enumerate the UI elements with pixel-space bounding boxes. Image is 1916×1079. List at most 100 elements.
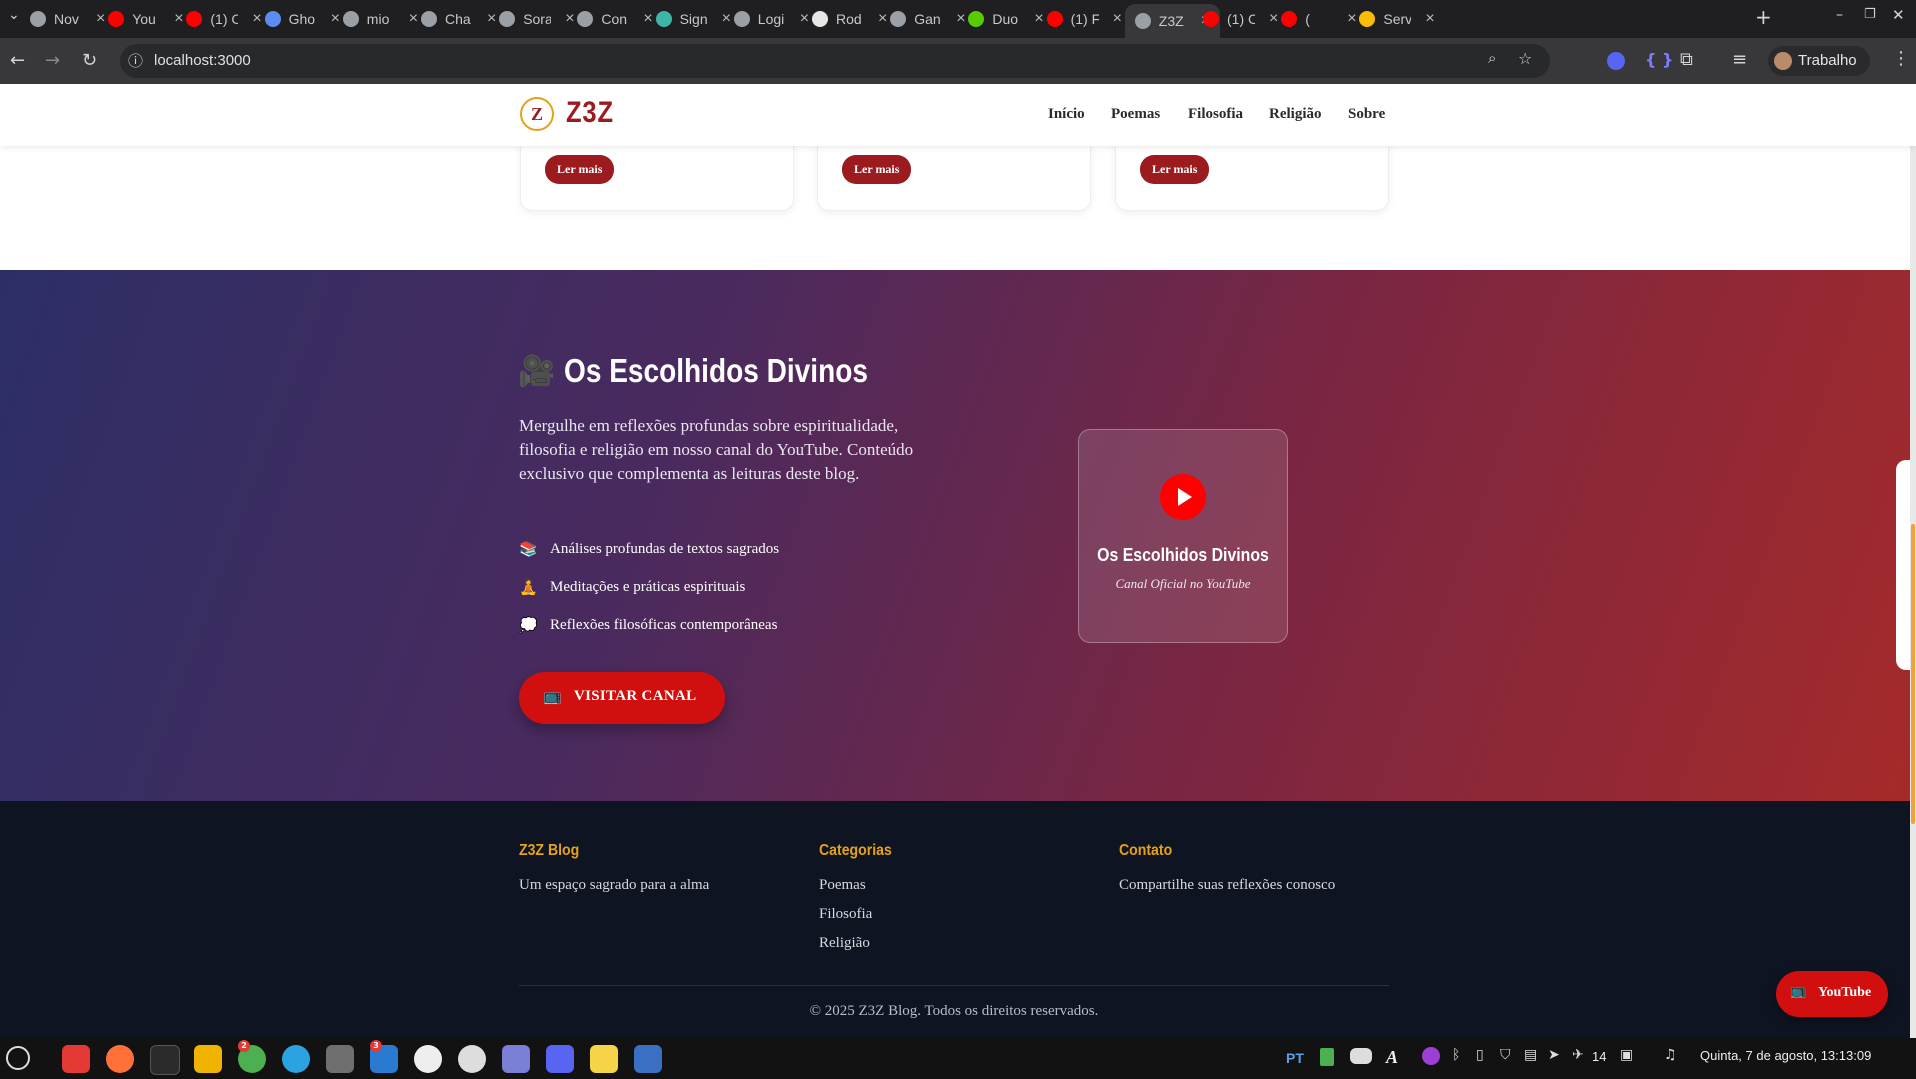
document-icon[interactable]: ▤: [1524, 1047, 1537, 1063]
discord-extension-icon[interactable]: [1607, 52, 1625, 70]
play-icon[interactable]: [1160, 474, 1206, 520]
rocket-icon[interactable]: ✈: [1572, 1047, 1584, 1063]
browser-tab[interactable]: Rod ×: [812, 5, 887, 33]
tab-close-icon[interactable]: ×: [565, 10, 574, 28]
visit-channel-button[interactable]: 📺 VISITAR CANAL: [519, 672, 725, 724]
tab-close-icon[interactable]: ×: [1425, 10, 1434, 28]
back-icon[interactable]: ←: [10, 50, 25, 71]
audio-mixer-icon[interactable]: [326, 1045, 354, 1073]
browser-tab[interactable]: Con ×: [577, 5, 653, 33]
nav-sobre[interactable]: Sobre: [1348, 106, 1385, 123]
send-icon[interactable]: ➤: [1548, 1047, 1560, 1063]
browser-tab[interactable]: Cha ×: [421, 5, 496, 33]
telegram-icon[interactable]: [282, 1045, 310, 1073]
tab-close-icon[interactable]: ×: [487, 10, 496, 28]
tab-search-icon[interactable]: ⌄: [8, 7, 20, 23]
github-icon[interactable]: [414, 1045, 442, 1073]
vpn-lock-icon[interactable]: [1320, 1048, 1334, 1066]
browser-tab[interactable]: You ×: [108, 5, 184, 33]
footer-link-poemas[interactable]: Poemas: [819, 877, 866, 894]
extension-brackets-icon[interactable]: { }: [1645, 50, 1673, 69]
nav-religiao[interactable]: Religião: [1269, 106, 1322, 123]
terminal-icon[interactable]: [150, 1045, 180, 1075]
read-more-button[interactable]: Ler mais: [545, 155, 615, 184]
new-tab-icon[interactable]: +: [1755, 5, 1772, 29]
zoom-icon[interactable]: ⌕: [1488, 49, 1496, 67]
browser-tab[interactable]: (1) C ×: [1203, 5, 1278, 33]
footer-link-filosofia[interactable]: Filosofia: [819, 906, 872, 923]
floating-youtube-button[interactable]: 📺 YouTube: [1776, 971, 1888, 1017]
browser-tab[interactable]: Gan ×: [890, 5, 966, 33]
address-bar[interactable]: ⓘ localhost:3000 ☆ ⌕: [120, 44, 1550, 78]
media-control-icon[interactable]: ≡: [1732, 49, 1747, 70]
tab-close-icon[interactable]: ×: [174, 10, 183, 28]
tab-close-icon[interactable]: ×: [409, 10, 418, 28]
tab-close-icon[interactable]: ×: [1269, 10, 1278, 28]
discord-tray-icon[interactable]: [1350, 1048, 1372, 1064]
tab-close-icon[interactable]: ×: [800, 10, 809, 28]
logo-emblem-icon[interactable]: Z: [520, 97, 554, 131]
scrollbar-thumb[interactable]: [1911, 524, 1915, 824]
nav-inicio[interactable]: Início: [1048, 106, 1085, 123]
tab-close-icon[interactable]: ×: [252, 10, 261, 28]
files-icon[interactable]: [62, 1045, 90, 1073]
keyboard-language[interactable]: PT: [1286, 1050, 1304, 1066]
read-more-button[interactable]: Ler mais: [1140, 155, 1210, 184]
tab-close-icon[interactable]: ×: [1034, 10, 1043, 28]
logo-text[interactable]: Z3Z: [566, 96, 614, 130]
bluetooth-icon[interactable]: ᛒ: [1452, 1047, 1460, 1063]
site-info-icon[interactable]: ⓘ: [128, 50, 143, 71]
tray-counter: 14: [1592, 1049, 1607, 1064]
browser-tab[interactable]: Duo ×: [968, 5, 1044, 33]
read-more-button[interactable]: Ler mais: [842, 155, 912, 184]
browser-tab[interactable]: Nov ×: [30, 5, 105, 33]
discord-icon[interactable]: [546, 1045, 574, 1073]
browser-tab[interactable]: mio ×: [342, 5, 418, 33]
battery-icon[interactable]: ▣: [1620, 1047, 1633, 1063]
tab-close-icon[interactable]: ×: [96, 10, 105, 28]
minimize-icon[interactable]: –: [1836, 7, 1843, 23]
page-scrollbar[interactable]: [1910, 84, 1916, 1038]
start-menu-icon[interactable]: [6, 1046, 30, 1070]
channel-card[interactable]: Os Escolhidos Divinos Canal Oficial no Y…: [1078, 429, 1288, 643]
tab-close-icon[interactable]: ×: [1113, 10, 1122, 28]
browser-tab[interactable]: Serv ×: [1359, 5, 1435, 33]
app-store-icon[interactable]: [634, 1045, 662, 1073]
shield-icon[interactable]: ⛉: [1500, 1047, 1511, 1063]
tab-close-icon[interactable]: ×: [878, 10, 887, 28]
app-icon[interactable]: [458, 1045, 486, 1073]
reload-icon[interactable]: ↻: [82, 50, 97, 71]
app-icon[interactable]: [194, 1045, 222, 1073]
firefox-icon[interactable]: [106, 1045, 134, 1073]
maximize-icon[interactable]: ❐: [1864, 7, 1876, 22]
tab-close-icon[interactable]: ×: [722, 10, 731, 28]
browser-tab[interactable]: (1) F ×: [1046, 5, 1122, 33]
browser-tab[interactable]: Gho ×: [264, 5, 340, 33]
notes-icon[interactable]: [502, 1045, 530, 1073]
tab-close-icon[interactable]: ×: [643, 10, 652, 28]
bookmark-star-icon[interactable]: ☆: [1518, 49, 1532, 68]
nav-poemas[interactable]: Poemas: [1111, 106, 1160, 123]
clipboard-icon[interactable]: ▯: [1476, 1047, 1484, 1063]
extensions-puzzle-icon[interactable]: ⧉: [1680, 49, 1693, 70]
browser-tab[interactable]: (×: [1281, 5, 1357, 33]
tab-title: Nov: [54, 11, 79, 27]
close-window-icon[interactable]: ✕: [1892, 6, 1905, 24]
browser-tab[interactable]: Sign ×: [655, 5, 731, 33]
font-tray-icon[interactable]: A: [1386, 1047, 1398, 1068]
clock[interactable]: Quinta, 7 de agosto, 13:13:09: [1700, 1048, 1871, 1063]
notifications-bell-icon[interactable]: ♫: [1664, 1047, 1677, 1063]
nav-filosofia[interactable]: Filosofia: [1188, 106, 1243, 123]
footer-link-religiao[interactable]: Religião: [819, 935, 870, 952]
sticky-notes-icon[interactable]: [590, 1045, 618, 1073]
menu-kebab-icon[interactable]: ⋮: [1892, 48, 1910, 69]
browser-tab[interactable]: Sora ×: [499, 5, 575, 33]
tray-app-icon[interactable]: [1422, 1047, 1440, 1065]
browser-tab[interactable]: (1) C ×: [186, 5, 262, 33]
profile-button[interactable]: Trabalho: [1768, 46, 1870, 76]
tab-close-icon[interactable]: ×: [956, 10, 965, 28]
tab-close-icon[interactable]: ×: [1347, 10, 1356, 28]
forward-icon[interactable]: →: [45, 50, 60, 71]
browser-tab[interactable]: Logi ×: [733, 5, 809, 33]
tab-close-icon[interactable]: ×: [331, 10, 340, 28]
